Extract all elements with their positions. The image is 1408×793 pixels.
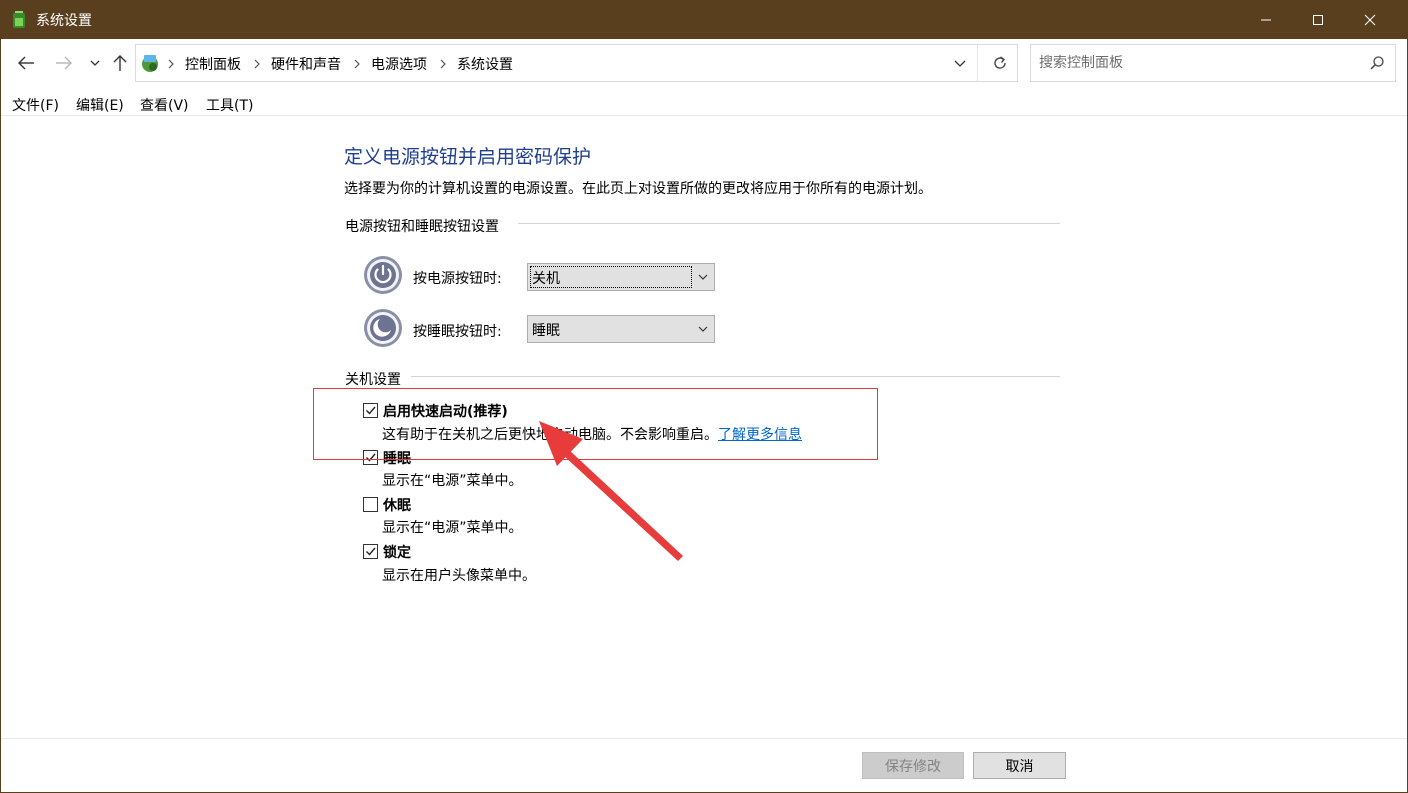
sleep-button-action-select[interactable]: 睡眠 <box>527 315 715 343</box>
up-button[interactable] <box>110 53 130 73</box>
power-button-action-select[interactable]: 关机 <box>527 263 715 291</box>
breadcrumb-item-control-panel[interactable]: 控制面板 <box>185 54 241 74</box>
checkmark-icon <box>366 453 376 462</box>
fast-startup-description-text: 这有助于在关机之后更快地启动电脑。不会影响重启。 <box>382 427 718 443</box>
power-button-action-value: 关机 <box>532 271 560 287</box>
sleep-menu-checkbox[interactable] <box>363 450 378 465</box>
maximize-icon <box>1313 15 1323 25</box>
chevron-down-icon <box>954 60 966 67</box>
forward-arrow-icon <box>56 56 72 70</box>
fast-startup-label[interactable]: 启用快速启动(推荐) <box>383 401 508 421</box>
search-input[interactable] <box>1039 53 1359 73</box>
menu-view[interactable]: 查看(V) <box>140 95 189 115</box>
fast-startup-checkbox[interactable] <box>363 403 378 418</box>
refresh-button[interactable] <box>982 45 1018 81</box>
maximize-button[interactable] <box>1295 1 1341 39</box>
sleep-moon-icon <box>364 309 402 347</box>
search-box[interactable] <box>1030 44 1396 82</box>
chevron-right-icon <box>254 59 260 69</box>
checkmark-icon <box>366 547 376 556</box>
sleep-menu-label[interactable]: 睡眠 <box>383 448 411 468</box>
breadcrumb: 控制面板 硬件和声音 电源选项 系统设置 <box>166 54 513 74</box>
menu-file[interactable]: 文件(F) <box>12 95 59 115</box>
divider <box>977 45 978 81</box>
close-icon <box>1364 14 1376 26</box>
window: 系统设置 控制面板 硬件和声音 电源选项 系统设置 搜索控制面板 文件(F) 编… <box>0 0 1408 793</box>
divider <box>518 223 1060 224</box>
forward-button[interactable] <box>54 53 74 73</box>
breadcrumb-item-power-options[interactable]: 电源选项 <box>371 54 427 74</box>
save-changes-button[interactable]: 保存修改 <box>862 752 964 779</box>
lock-menu-description: 显示在用户头像菜单中。 <box>382 568 536 584</box>
minimize-icon <box>1261 19 1271 21</box>
lock-menu-label[interactable]: 锁定 <box>383 542 411 562</box>
close-button[interactable] <box>1347 1 1393 39</box>
chevron-right-icon <box>168 59 174 69</box>
control-panel-icon <box>142 55 158 72</box>
checkmark-icon <box>366 406 376 415</box>
chevron-right-icon <box>354 59 360 69</box>
divider <box>1 115 1407 116</box>
shutdown-section-heading: 关机设置 <box>345 372 401 388</box>
menu-edit[interactable]: 编辑(E) <box>76 95 124 115</box>
chevron-down-icon <box>698 274 708 280</box>
breadcrumb-item-hardware-sound[interactable]: 硬件和声音 <box>271 54 341 74</box>
address-history-button[interactable] <box>942 45 978 81</box>
chevron-down-icon <box>90 60 100 66</box>
recent-locations-button[interactable] <box>85 53 105 73</box>
fast-startup-description: 这有助于在关机之后更快地启动电脑。不会影响重启。了解更多信息 <box>382 424 802 444</box>
lock-menu-checkbox[interactable] <box>363 544 378 559</box>
menu-bar: 文件(F) 编辑(E) 查看(V) 工具(T) <box>1 91 1407 115</box>
cancel-button[interactable]: 取消 <box>973 752 1066 779</box>
title-bar: 系统设置 <box>1 1 1407 39</box>
menu-tools[interactable]: 工具(T) <box>206 95 253 115</box>
divider <box>411 376 1060 377</box>
sleep-button-label: 按睡眠按钮时: <box>413 324 502 340</box>
refresh-icon <box>994 56 1006 69</box>
chevron-down-icon <box>698 326 708 332</box>
window-title: 系统设置 <box>36 13 92 29</box>
back-button[interactable] <box>16 53 36 73</box>
back-arrow-icon <box>18 56 34 70</box>
navigation-bar: 控制面板 硬件和声音 电源选项 系统设置 <box>1 39 1407 87</box>
up-arrow-icon <box>113 55 127 71</box>
sleep-menu-description: 显示在“电源”菜单中。 <box>382 473 523 489</box>
search-icon <box>1370 56 1384 70</box>
hibernate-menu-checkbox[interactable] <box>363 497 378 512</box>
chevron-right-icon <box>440 59 446 69</box>
address-bar[interactable]: 控制面板 硬件和声音 电源选项 系统设置 <box>135 44 1018 82</box>
hibernate-menu-description: 显示在“电源”菜单中。 <box>382 520 523 536</box>
learn-more-link[interactable]: 了解更多信息 <box>718 427 802 443</box>
power-button-label: 按电源按钮时: <box>413 271 502 287</box>
minimize-button[interactable] <box>1243 1 1289 39</box>
power-buttons-section-heading: 电源按钮和睡眠按钮设置 <box>345 219 499 235</box>
page-description: 选择要为你的计算机设置的电源设置。在此页上对设置所做的更改将应用于你所有的电源计… <box>344 181 932 197</box>
breadcrumb-item-system-settings[interactable]: 系统设置 <box>457 54 513 74</box>
power-icon <box>364 256 402 294</box>
control-panel-battery-icon <box>13 11 25 28</box>
page-title: 定义电源按钮并启用密码保护 <box>344 146 592 168</box>
hibernate-menu-label[interactable]: 休眠 <box>383 495 411 515</box>
sleep-button-action-value: 睡眠 <box>532 323 560 339</box>
divider <box>1 738 1407 739</box>
